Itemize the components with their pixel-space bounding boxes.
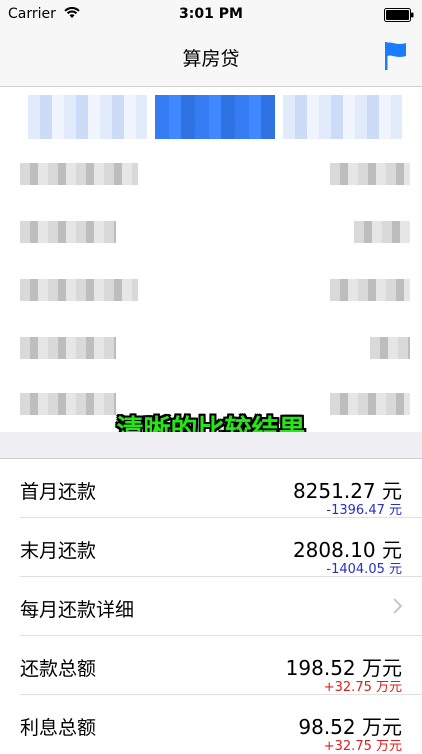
segment-selected[interactable]: [155, 95, 275, 139]
obscured-input-row[interactable]: [20, 275, 410, 305]
chevron-right-icon: [393, 598, 403, 614]
status-bar: Carrier 3:01 PM: [0, 0, 422, 30]
result-row-monthly-details[interactable]: 每月还款详细: [20, 577, 422, 636]
flag-button[interactable]: [380, 38, 412, 74]
obscured-input-row[interactable]: [20, 217, 410, 247]
obscured-label: [20, 163, 138, 185]
obscured-value: [354, 221, 410, 243]
obscured-label: [20, 337, 116, 359]
result-label: 每月还款详细: [20, 599, 135, 621]
segment-left[interactable]: [28, 95, 148, 139]
status-time: 3:01 PM: [179, 6, 243, 22]
result-row-first-month: 首月还款 8251.27 元 -1396.47 元: [20, 459, 422, 518]
obscured-input-row[interactable]: [20, 333, 410, 363]
result-delta: +32.75 万元: [323, 680, 402, 695]
result-label: 首月还款: [20, 481, 97, 503]
obscured-value: [370, 337, 410, 359]
result-delta: -1396.47 元: [326, 503, 402, 518]
loan-type-segmented-control[interactable]: [28, 95, 402, 139]
obscured-label: [20, 279, 138, 301]
obscured-input-row[interactable]: [20, 159, 410, 189]
navigation-bar: 算房贷: [0, 30, 422, 87]
obscured-label: [20, 221, 116, 243]
flag-icon: [385, 42, 406, 70]
result-row-total-interest: 利息总额 98.52 万元 +32.75 万元: [20, 695, 422, 754]
obscured-input-section: [0, 87, 422, 432]
section-separator: [0, 432, 422, 459]
segment-right[interactable]: [282, 95, 402, 139]
result-label: 利息总额: [20, 717, 97, 739]
obscured-value: [330, 279, 410, 301]
result-delta: -1404.05 元: [326, 562, 402, 577]
battery-icon: [384, 8, 414, 22]
result-label: 还款总额: [20, 658, 97, 680]
results-list: 首月还款 8251.27 元 -1396.47 元 末月还款 2808.10 元…: [0, 459, 422, 754]
result-delta: +32.75 万元: [323, 739, 402, 754]
page-title: 算房贷: [182, 48, 240, 70]
obscured-value: [330, 163, 410, 185]
result-label: 末月还款: [20, 540, 97, 562]
result-row-last-month: 末月还款 2808.10 元 -1404.05 元: [20, 518, 422, 577]
result-row-total-repayment: 还款总额 198.52 万元 +32.75 万元: [20, 636, 422, 695]
